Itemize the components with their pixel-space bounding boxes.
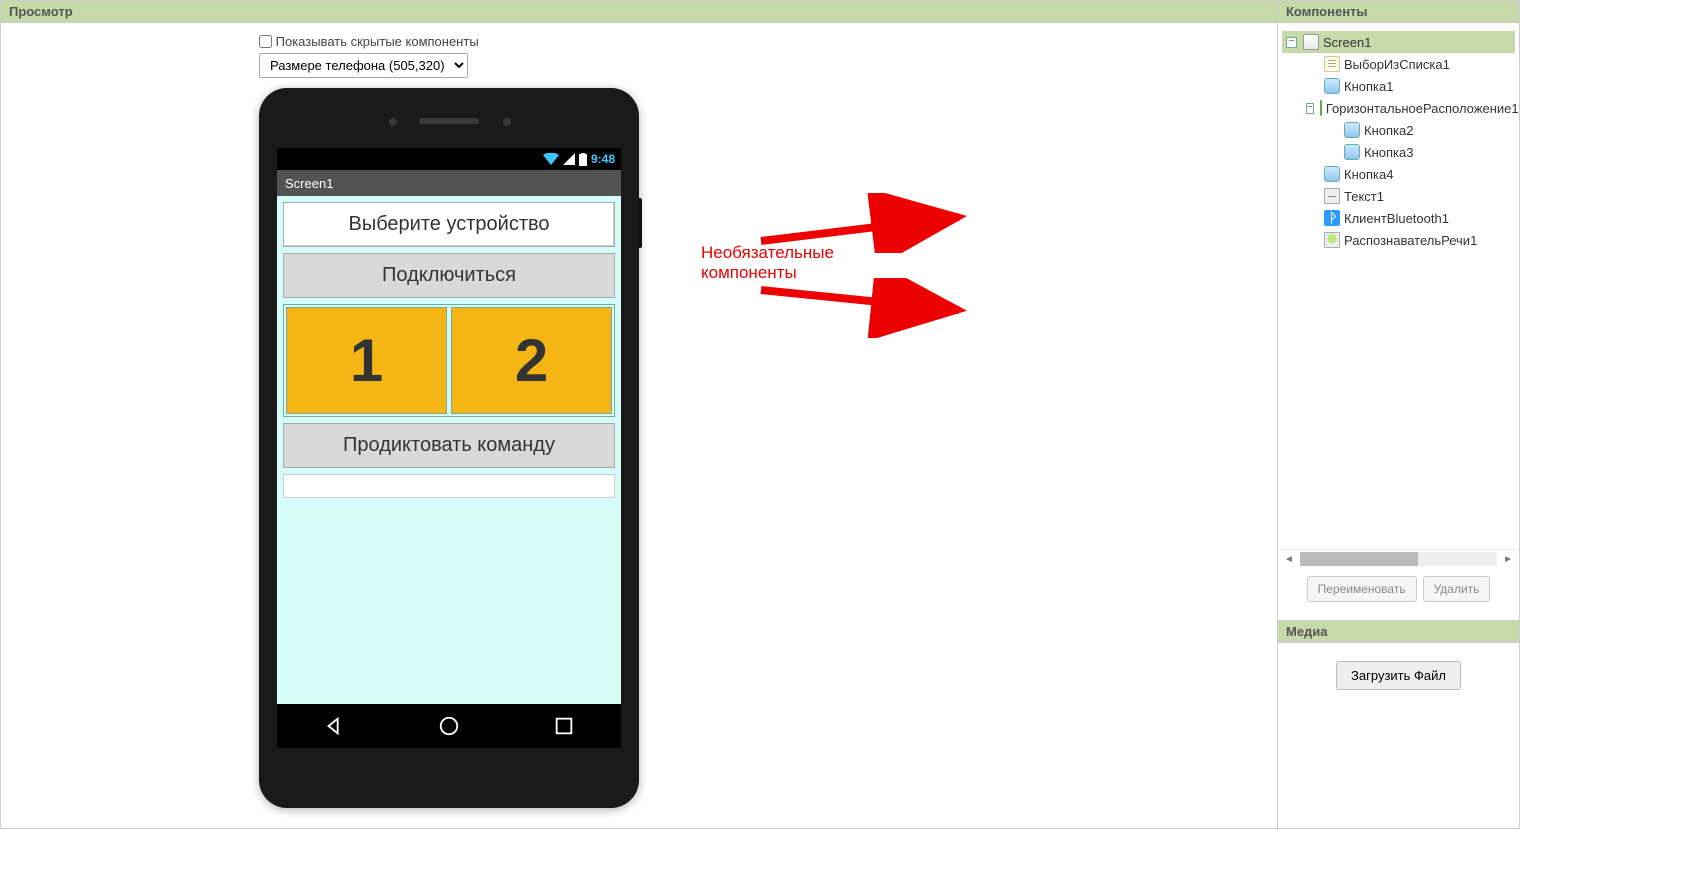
wifi-icon	[543, 153, 559, 165]
textbox-icon	[1324, 188, 1340, 204]
viewer-panel: Просмотр Показывать скрытые компоненты Р…	[0, 0, 1278, 829]
tree-label: ГоризонтальноеРасположение1	[1326, 101, 1519, 116]
result-textbox[interactable]	[283, 474, 615, 498]
device-listpicker[interactable]: Выберите устройство	[283, 202, 615, 247]
layout-icon	[1320, 100, 1322, 116]
tree-label: Кнопка4	[1344, 167, 1393, 182]
components-header: Компоненты	[1278, 1, 1519, 23]
annotation-arrow-top	[701, 193, 971, 253]
media-header: Медиа	[1278, 620, 1519, 642]
scroll-right-arrow[interactable]: ►	[1501, 554, 1515, 565]
tree-node-button2[interactable]: Кнопка2	[1282, 119, 1515, 141]
big-button-1[interactable]: 1	[286, 307, 447, 414]
phone-size-select[interactable]: Размере телефона (505,320)	[259, 53, 468, 78]
back-icon[interactable]	[323, 715, 345, 737]
tree-node-text1[interactable]: Текст1	[1282, 185, 1515, 207]
tree-horizontal-scrollbar[interactable]: ◄ ►	[1278, 549, 1519, 568]
tree-label: Кнопка1	[1344, 79, 1393, 94]
android-nav-bar	[277, 704, 621, 748]
tree-node-screen1[interactable]: − Screen1	[1282, 31, 1515, 53]
microphone-icon	[1324, 232, 1340, 248]
phone-screen: 9:48 Screen1 Выберите устройство Подключ…	[277, 148, 621, 748]
tree-label: Текст1	[1344, 189, 1384, 204]
phone-mockup: 9:48 Screen1 Выберите устройство Подключ…	[259, 88, 639, 808]
screen-icon	[1303, 34, 1319, 50]
tree-node-button3[interactable]: Кнопка3	[1282, 141, 1515, 163]
big-button-2[interactable]: 2	[451, 307, 612, 414]
viewer-header: Просмотр	[1, 1, 1277, 23]
tree-node-btclient1[interactable]: КлиентBluetooth1	[1282, 207, 1515, 229]
tree-node-hlayout1[interactable]: − ГоризонтальноеРасположение1	[1282, 97, 1515, 119]
status-time: 9:48	[591, 152, 615, 166]
phone-sensor-dot	[389, 118, 397, 126]
listpicker-icon	[1324, 56, 1340, 72]
tree-label: РаспознавательРечи1	[1344, 233, 1477, 248]
tree-label: Screen1	[1323, 35, 1371, 50]
tree-node-button1[interactable]: Кнопка1	[1282, 75, 1515, 97]
horizontal-layout: 1 2	[283, 304, 615, 417]
connect-button[interactable]: Подключиться	[283, 253, 615, 298]
button-icon	[1324, 78, 1340, 94]
bluetooth-icon	[1324, 210, 1340, 226]
phone-camera-dot	[503, 118, 511, 126]
tree-node-speech1[interactable]: РаспознавательРечи1	[1282, 229, 1515, 251]
recent-icon[interactable]	[553, 715, 575, 737]
status-bar: 9:48	[277, 148, 621, 170]
collapse-icon[interactable]: −	[1286, 37, 1297, 48]
delete-button[interactable]: Удалить	[1423, 576, 1491, 602]
annotation-arrow-bottom	[701, 278, 971, 338]
battery-icon	[579, 153, 587, 166]
home-icon[interactable]	[438, 715, 460, 737]
button-icon	[1344, 122, 1360, 138]
phone-power-button	[639, 198, 642, 248]
tree-node-button4[interactable]: Кнопка4	[1282, 163, 1515, 185]
tree-label: Кнопка2	[1364, 123, 1413, 138]
tree-label: Кнопка3	[1364, 145, 1413, 160]
dictate-button[interactable]: Продиктовать команду	[283, 423, 615, 468]
scroll-left-arrow[interactable]: ◄	[1282, 554, 1296, 565]
upload-file-button[interactable]: Загрузить Файл	[1336, 661, 1461, 690]
tree-node-listpicker1[interactable]: ВыборИзСписка1	[1282, 53, 1515, 75]
components-panel: Компоненты − Screen1 ВыборИзСписка1 Кноп…	[1278, 0, 1520, 829]
rename-button[interactable]: Переименовать	[1307, 576, 1417, 602]
app-title-bar: Screen1	[277, 170, 621, 196]
tree-label: КлиентBluetooth1	[1344, 211, 1449, 226]
show-hidden-label: Показывать скрытые компоненты	[276, 34, 479, 49]
component-tree: − Screen1 ВыборИзСписка1 Кнопка1 − Гориз…	[1278, 23, 1519, 549]
show-hidden-checkbox[interactable]	[259, 35, 272, 48]
button-icon	[1324, 166, 1340, 182]
button-icon	[1344, 144, 1360, 160]
collapse-icon[interactable]: −	[1306, 103, 1314, 114]
phone-speaker	[419, 118, 479, 124]
signal-icon	[563, 153, 575, 165]
tree-label: ВыборИзСписка1	[1344, 57, 1450, 72]
